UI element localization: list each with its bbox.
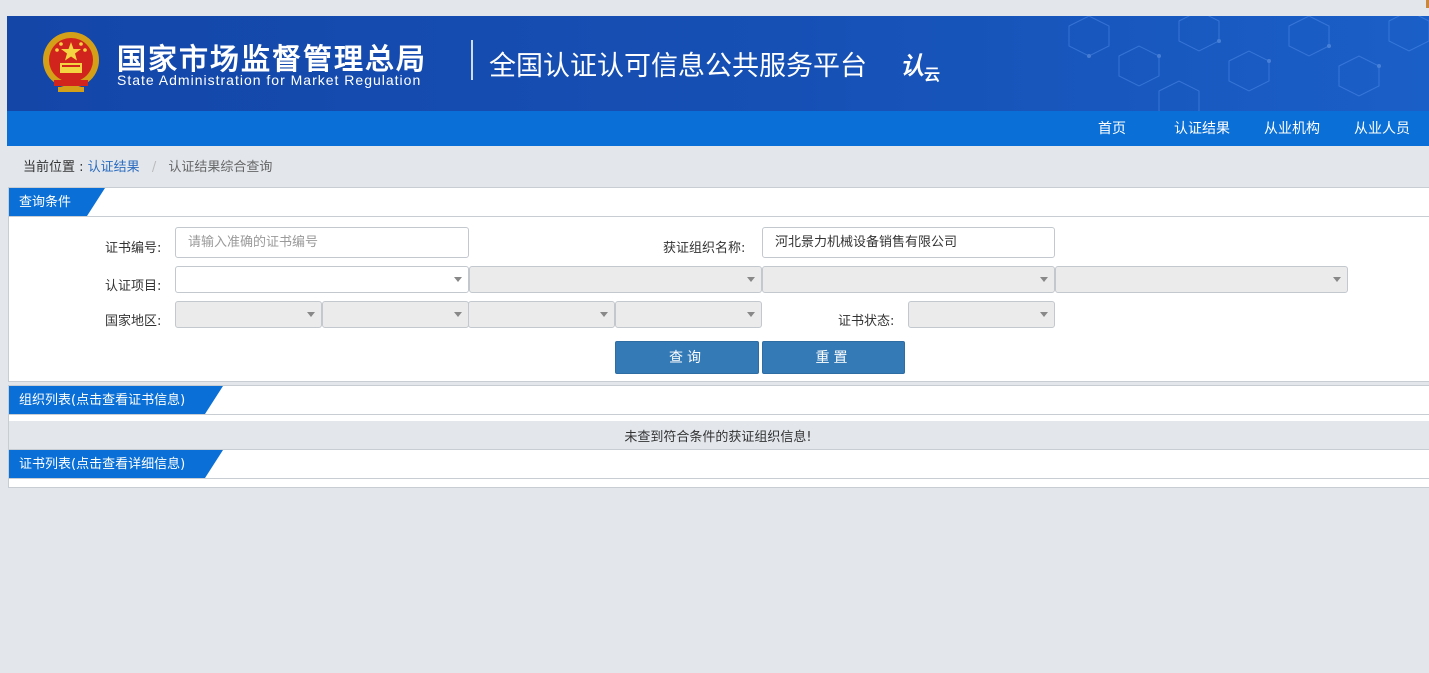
search-button[interactable]: 查询 [615, 341, 759, 374]
query-panel-title: 查询条件 [9, 188, 105, 216]
org-list-empty-message: 未查到符合条件的获证组织信息! [624, 430, 812, 445]
platform-title: 全国认证认可信息公共服务平台 [489, 51, 867, 82]
chevron-down-icon [307, 312, 315, 317]
national-emblem-icon [43, 32, 99, 92]
org-name-label: 获证组织名称: [663, 241, 746, 256]
org-list-panel: 组织列表(点击查看证书信息) [8, 385, 1429, 421]
cert-list-title: 证书列表(点击查看详细信息) [9, 450, 223, 478]
nav-item-personnel[interactable]: 从业人员 [1354, 111, 1410, 146]
banner-divider [471, 40, 473, 80]
status-label: 证书状态: [838, 314, 895, 329]
chevron-down-icon [454, 277, 462, 282]
status-select[interactable] [908, 301, 1055, 328]
query-panel: 查询条件 证书编号: 请输入准确的证书编号 获证组织名称: 河北景力机械设备销售… [8, 187, 1429, 382]
nav-item-home[interactable]: 首页 [1098, 111, 1126, 146]
cert-no-input[interactable]: 请输入准确的证书编号 [175, 227, 469, 258]
region-select-4[interactable] [615, 301, 762, 328]
nav-item-cert-results[interactable]: 认证结果 [1174, 111, 1230, 146]
org-list-header: 组织列表(点击查看证书信息) [9, 386, 1429, 415]
breadcrumb-prefix: 当前位置 : [23, 160, 84, 175]
org-name-en: State Administration for Market Regulati… [117, 72, 422, 88]
region-select-3[interactable] [468, 301, 615, 328]
chevron-down-icon [600, 312, 608, 317]
region-select-1[interactable] [175, 301, 322, 328]
chevron-down-icon [747, 277, 755, 282]
cloud-logo: 认云 [900, 46, 940, 85]
header-banner: 国家市场监督管理总局 State Administration for Mark… [7, 16, 1429, 111]
cert-list-header: 证书列表(点击查看详细信息) [9, 450, 1429, 479]
hexagon-pattern-background [1068, 16, 1429, 111]
cloud-logo-sub: 云 [924, 65, 941, 84]
cert-item-label: 认证项目: [105, 279, 162, 294]
chevron-down-icon [747, 312, 755, 317]
cert-item-select-1[interactable] [175, 266, 469, 293]
query-panel-header: 查询条件 [9, 188, 1429, 217]
main-nav: 首页 认证结果 从业机构 从业人员 [7, 111, 1429, 146]
chevron-down-icon [454, 312, 462, 317]
breadcrumb-link[interactable]: 认证结果 [88, 160, 140, 175]
org-name-input[interactable]: 河北景力机械设备销售有限公司 [762, 227, 1055, 258]
page: 国家市场监督管理总局 State Administration for Mark… [7, 0, 1429, 673]
cloud-logo-text: 认 [900, 51, 924, 80]
cert-no-label: 证书编号: [105, 241, 162, 256]
breadcrumb-separator: / [151, 160, 157, 175]
region-label: 国家地区: [105, 314, 162, 329]
chevron-down-icon [1040, 277, 1048, 282]
reset-button[interactable]: 重置 [762, 341, 905, 374]
chevron-down-icon [1333, 277, 1341, 282]
nav-item-institutions[interactable]: 从业机构 [1264, 111, 1320, 146]
breadcrumb: 当前位置 : 认证结果 / 认证结果综合查询 [23, 156, 272, 175]
region-select-2[interactable] [322, 301, 469, 328]
cert-item-select-4[interactable] [1055, 266, 1348, 293]
org-list-title: 组织列表(点击查看证书信息) [9, 386, 223, 414]
breadcrumb-current: 认证结果综合查询 [168, 160, 273, 175]
chevron-down-icon [1040, 312, 1048, 317]
cert-list-panel: 证书列表(点击查看详细信息) [8, 449, 1429, 488]
cert-item-select-2[interactable] [469, 266, 762, 293]
cert-item-select-3[interactable] [762, 266, 1055, 293]
